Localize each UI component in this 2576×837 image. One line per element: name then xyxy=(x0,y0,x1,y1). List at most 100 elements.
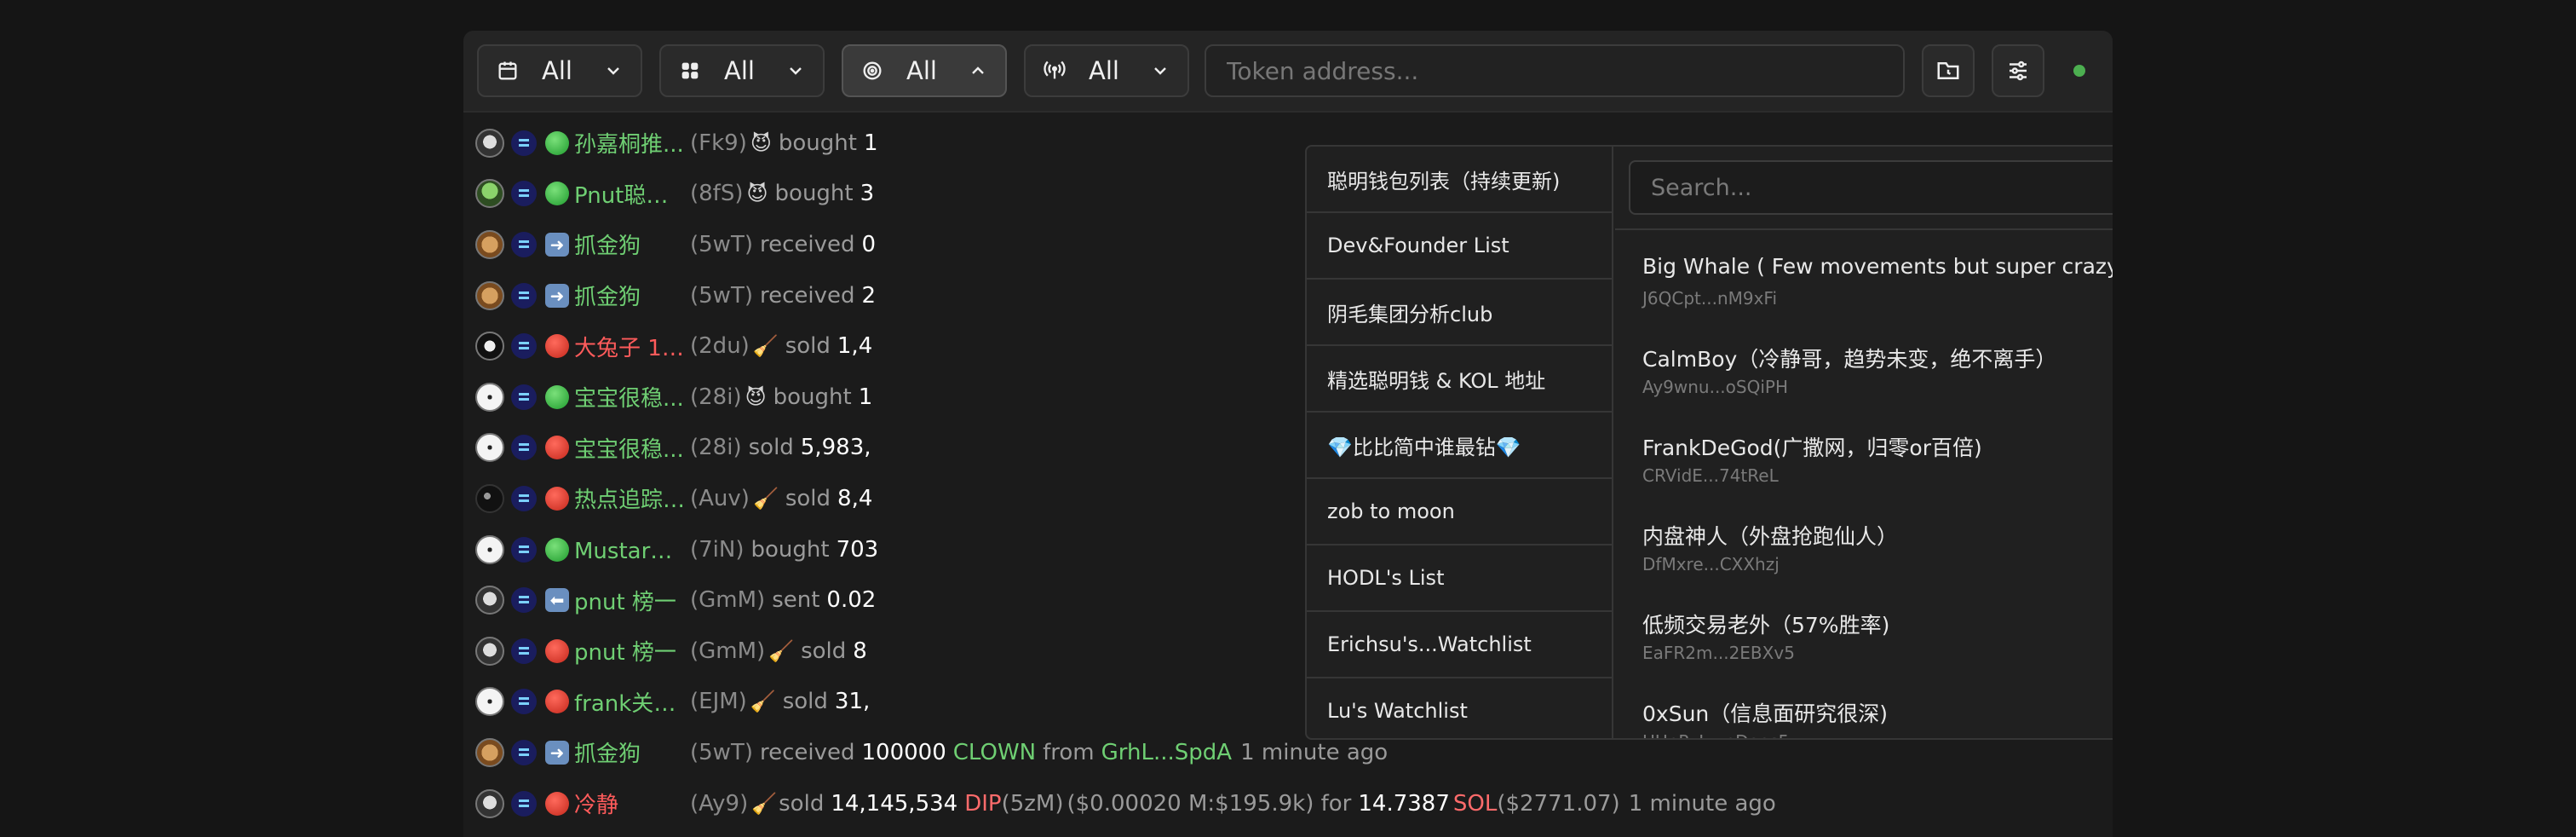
wallet-name-link[interactable]: 抓金狗 xyxy=(574,228,687,260)
watchlist-item[interactable]: 阴毛集团分析club xyxy=(1307,280,1612,346)
avatar[interactable] xyxy=(475,128,504,158)
avatar[interactable] xyxy=(475,788,504,818)
action-verb: sold xyxy=(801,638,847,664)
wallet-short: (GmM) xyxy=(690,638,766,664)
wallet-name-link[interactable]: 冷静 xyxy=(574,788,687,819)
wallet-name-link[interactable]: Pnut聪明钱 xyxy=(574,178,687,210)
wallet-name-link[interactable]: 抓金狗 xyxy=(574,736,687,768)
watchlist-item[interactable]: 聪明钱包列表（持续更新) xyxy=(1307,147,1612,213)
sol-symbol: SOL xyxy=(1452,790,1498,817)
wallet-option[interactable]: 内盘神人（外盘抢跑仙人） DfMxre...CXXhzj xyxy=(1615,501,2113,590)
watchlist-item[interactable]: 精选聪明钱 & KOL 地址 xyxy=(1307,346,1612,413)
token-address-input[interactable] xyxy=(1205,44,1905,97)
amount: 5,983, xyxy=(800,435,871,461)
watchlist-item[interactable]: zob to moon xyxy=(1307,479,1612,545)
wallet-option[interactable]: 低频交易老外（57%胜率) EaFR2m...2EBXv5 xyxy=(1615,590,2113,678)
signal-filter-label: All xyxy=(1089,56,1119,85)
action-verb: sold xyxy=(785,333,831,360)
wallet-short: (7iN) xyxy=(690,536,745,563)
solana-chain-icon xyxy=(511,181,537,207)
action-verb: bought xyxy=(774,181,854,207)
grid-icon xyxy=(681,62,699,79)
wallet-name-link[interactable]: 抓金狗 xyxy=(574,280,687,311)
avatar[interactable] xyxy=(475,534,504,564)
wallet-name-link[interactable]: pnut 榜一 xyxy=(574,585,687,616)
action-emoji-icon: 🧹 xyxy=(768,638,795,663)
wallet-picker: Big Whale ( Few movements but super craz… xyxy=(1615,147,2113,738)
action-emoji-icon: 😈 xyxy=(745,384,767,409)
wallet-option-address: EaFR2m...2EBXv5 xyxy=(1642,643,1795,663)
avatar[interactable] xyxy=(475,382,504,412)
solana-chain-icon xyxy=(511,282,537,309)
solana-chain-icon xyxy=(511,333,537,360)
token-link[interactable]: DIP xyxy=(964,791,1001,817)
wallet-option-name: FrankDeGod(广撒网，归零or百倍) xyxy=(1642,436,1982,460)
connection-status-dot xyxy=(2073,65,2085,77)
wallet-name-link[interactable]: pnut 榜一 xyxy=(574,635,687,667)
watchlist-item[interactable]: Lu's Watchlist xyxy=(1307,678,1612,738)
signal-filter-dropdown[interactable]: All xyxy=(1024,44,1189,97)
from-address-link[interactable]: GrhL...SpdA xyxy=(1101,740,1232,765)
from-label: from xyxy=(1043,739,1095,765)
wallet-name-link[interactable]: frank关联... xyxy=(574,686,687,718)
wallet-short: (Ay9) xyxy=(690,790,749,817)
avatar[interactable] xyxy=(475,229,504,259)
price-info: ($0.00020 M:$195.9k) for xyxy=(1067,790,1352,817)
avatar[interactable] xyxy=(475,179,504,209)
wallet-name-link[interactable]: 热点追踪 ... xyxy=(574,482,687,514)
amount: 3 xyxy=(860,181,875,207)
action-verb: received xyxy=(759,231,855,257)
wallet-option-address: Ay9wnu...oSQiPH xyxy=(1642,377,1788,397)
import-button[interactable] xyxy=(1922,44,1975,97)
solana-chain-icon xyxy=(511,485,537,511)
broadcast-icon xyxy=(1044,61,1066,79)
token-link[interactable]: CLOWN xyxy=(953,740,1036,765)
avatar[interactable] xyxy=(475,636,504,666)
wallet-search-input[interactable] xyxy=(1629,160,2113,215)
solana-chain-icon xyxy=(511,231,537,257)
amount: 1,4 xyxy=(837,333,873,360)
avatar[interactable] xyxy=(475,586,504,615)
avatar[interactable] xyxy=(475,737,504,767)
wallet-name-link[interactable]: 孙嘉桐推... xyxy=(574,127,687,159)
action-verb: received xyxy=(759,282,855,309)
wallet-option[interactable]: FrankDeGod(广撒网，归零or百倍) CRVidE...74tReL xyxy=(1615,413,2113,501)
token-short: (5zM) xyxy=(1001,790,1064,817)
category-filter-dropdown[interactable]: All xyxy=(659,44,825,97)
avatar[interactable] xyxy=(475,687,504,717)
watchlist-dropdown: 聪明钱包列表（持续更新) Dev&Founder List 阴毛集团分析club 精选… xyxy=(1305,145,2113,740)
target-icon xyxy=(863,61,882,80)
table-row[interactable]: 冷静 (Ay9) 🧹 sold 14,145,534 DIP (5zM) ($0… xyxy=(463,778,2113,829)
wallet-name-link[interactable]: 大兔子 11... xyxy=(574,331,687,362)
avatar[interactable] xyxy=(475,483,504,513)
amount: 14,145,534 xyxy=(831,790,958,817)
avatar[interactable] xyxy=(475,433,504,463)
watchlist-filter-dropdown[interactable]: All xyxy=(842,44,1007,97)
watchlist-item[interactable]: Dev&Founder List xyxy=(1307,213,1612,280)
wallet-short: (28i) xyxy=(690,384,742,410)
watchlist-item[interactable]: 💎比比简中谁最钻💎 xyxy=(1307,413,1612,479)
solana-chain-icon xyxy=(511,587,537,614)
wallet-name-link[interactable]: 宝宝很稳... xyxy=(574,432,687,464)
action-verb: sold xyxy=(779,790,825,817)
wallet-option[interactable]: 0xSun（信息面研究很深) HUpPyL...pDoes5 xyxy=(1615,678,2113,738)
wallet-name-link[interactable]: 宝宝很稳... xyxy=(574,381,687,413)
avatar[interactable] xyxy=(475,332,504,361)
action-verb: sold xyxy=(748,435,794,461)
amount: 0 xyxy=(861,231,877,257)
wallet-short: (2du) xyxy=(690,333,750,360)
wallet-short: (28i) xyxy=(690,435,742,461)
calendar-icon xyxy=(498,61,517,80)
wallet-option[interactable]: CalmBoy（冷静哥，趋势未变，绝不离手） Ay9wnu...oSQiPH xyxy=(1615,324,2113,413)
watchlist-filter-label: All xyxy=(906,56,937,85)
chevron-up-icon xyxy=(972,66,984,74)
time-filter-dropdown[interactable]: All xyxy=(477,44,642,97)
wallet-option-address: CRVidE...74tReL xyxy=(1642,465,1779,486)
watchlist-item[interactable]: HODL's List xyxy=(1307,545,1612,612)
sliders-icon xyxy=(2010,61,2027,81)
settings-sliders-button[interactable] xyxy=(1992,44,2044,97)
avatar[interactable] xyxy=(475,280,504,310)
wallet-option[interactable]: Big Whale ( Few movements but super craz… xyxy=(1615,235,2113,324)
watchlist-item[interactable]: Erichsu's...Watchlist xyxy=(1307,612,1612,678)
wallet-name-link[interactable]: Mustar吃... xyxy=(574,534,687,565)
